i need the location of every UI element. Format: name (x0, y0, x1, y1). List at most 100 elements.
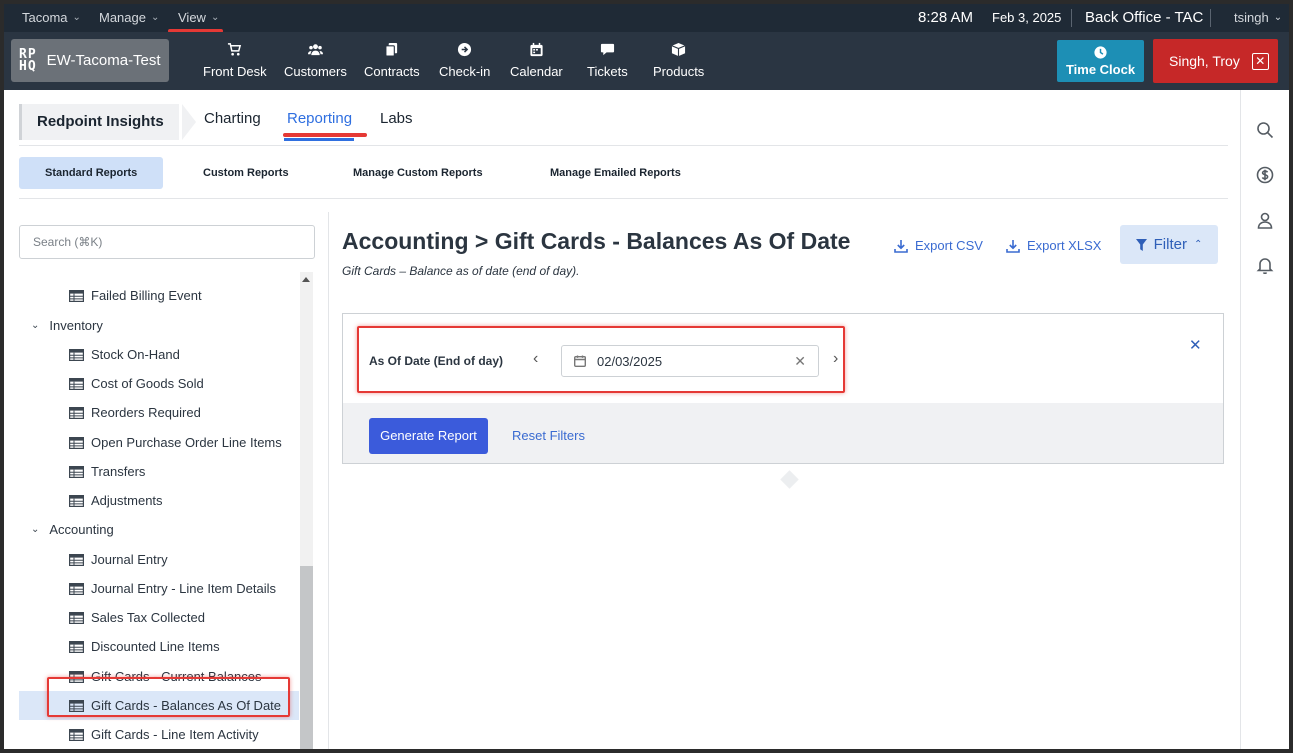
nav-calendar-label: Calendar (510, 64, 563, 79)
menu-tacoma[interactable]: Tacoma ⌄ (22, 4, 81, 32)
divider (1210, 9, 1211, 27)
divider (328, 212, 329, 749)
close-icon[interactable]: ✕ (1251, 52, 1269, 70)
location-label[interactable]: Back Office - TAC (1085, 4, 1203, 32)
tree-item-label: Transfers (91, 464, 146, 479)
search-input[interactable]: Search (⌘K) (19, 225, 315, 259)
dollar-icon[interactable] (1256, 166, 1276, 186)
tree-item-label: Cost of Goods Sold (91, 376, 204, 391)
chat-icon (600, 42, 615, 60)
subtab-manage-custom-reports[interactable]: Manage Custom Reports (327, 157, 509, 189)
nav-check-in[interactable]: Check-in (439, 42, 490, 82)
menu-tacoma-label: Tacoma (22, 10, 68, 25)
divider (19, 198, 1228, 199)
tree-item-label: Reorders Required (91, 405, 201, 420)
table-icon (69, 348, 85, 361)
chevron-down-icon: ⌄ (31, 320, 40, 331)
tree-item-journal-entry[interactable]: Journal Entry (19, 545, 299, 574)
tree-item-label: Journal Entry - Line Item Details (91, 581, 276, 596)
copy-icon (384, 42, 399, 60)
clock-time: 8:28 AM (918, 9, 974, 26)
top-bar: Tacoma ⌄ Manage ⌄ View ⌄ 8:28 AM Feb 3, … (4, 4, 1289, 33)
nav-tickets-label: Tickets (587, 64, 628, 79)
tree-item-reorders-required[interactable]: Reorders Required (19, 398, 299, 427)
scroll-up-arrow-icon[interactable] (302, 277, 310, 282)
tree-item-label: Stock On-Hand (91, 347, 180, 362)
brand-logo: RP HQ (19, 48, 37, 74)
nav-check-in-label: Check-in (439, 64, 491, 79)
nav-front-desk[interactable]: Front Desk (203, 42, 267, 82)
generate-report-button[interactable]: Generate Report (369, 418, 488, 454)
tree-item-label: Sales Tax Collected (91, 610, 205, 625)
nav-contracts[interactable]: Contracts (364, 42, 420, 82)
nav-products[interactable]: Products (653, 42, 704, 82)
highlight-box (47, 677, 290, 717)
tree-item-adjustments[interactable]: Adjustments (19, 486, 299, 515)
export-xlsx-label: Export XLSX (1027, 238, 1102, 253)
tree-item-failed-billing-event[interactable]: Failed Billing Event (19, 281, 299, 310)
tree-item-open-po-line-items[interactable]: Open Purchase Order Line Items (19, 428, 299, 457)
tree-item-journal-entry-line-items[interactable]: Journal Entry - Line Item Details (19, 574, 299, 603)
calendar-icon (529, 42, 544, 60)
nav-front-desk-label: Front Desk (203, 64, 267, 79)
brand-button[interactable]: RP HQ EW-Tacoma-Test (11, 39, 169, 82)
sidebar-scrollbar[interactable] (300, 272, 313, 749)
close-icon[interactable]: ✕ (1189, 336, 1202, 354)
table-icon (69, 465, 85, 478)
table-icon (69, 289, 85, 302)
tree-item-label: Discounted Line Items (91, 639, 220, 654)
tree-item-sales-tax-collected[interactable]: Sales Tax Collected (19, 603, 299, 632)
menu-view[interactable]: View ⌄ (178, 4, 219, 32)
chevron-down-icon: ⌄ (1273, 12, 1283, 23)
tree-item-cost-of-goods-sold[interactable]: Cost of Goods Sold (19, 369, 299, 398)
tab-charting[interactable]: Charting (204, 110, 261, 127)
scrollbar-thumb[interactable] (300, 566, 313, 749)
tree-item-discounted-line-items[interactable]: Discounted Line Items (19, 632, 299, 661)
insights-header: Redpoint Insights (4, 90, 1240, 140)
nav-tickets[interactable]: Tickets (587, 42, 628, 82)
tree-item-transfers[interactable]: Transfers (19, 457, 299, 486)
filter-button[interactable]: Filter ⌃ (1120, 225, 1218, 264)
chevron-down-icon: ⌄ (31, 524, 40, 535)
time-clock-button[interactable]: Time Clock (1057, 40, 1144, 82)
cart-icon (227, 42, 242, 60)
nav-calendar[interactable]: Calendar (510, 42, 563, 82)
clock-date: Feb 3, 2025 (992, 10, 1062, 25)
tree-group-accounting[interactable]: ⌄ Accounting (19, 515, 299, 544)
user-button[interactable]: Singh, Troy ✕ (1153, 39, 1278, 83)
chevron-up-icon: ⌃ (1193, 239, 1203, 250)
tree-item-label: Journal Entry (91, 552, 168, 567)
subtab-standard-reports[interactable]: Standard Reports (19, 157, 164, 189)
nav-customers[interactable]: Customers (284, 42, 347, 82)
tab-labs[interactable]: Labs (380, 110, 413, 127)
right-rail (1240, 90, 1289, 749)
subtab-custom-reports[interactable]: Custom Reports (177, 157, 315, 189)
brand-logo-bottom: HQ (19, 58, 37, 74)
download-icon (894, 239, 908, 253)
search-icon[interactable] (1256, 121, 1276, 141)
export-xlsx-button[interactable]: Export XLSX (1006, 238, 1101, 253)
menu-manage[interactable]: Manage ⌄ (99, 4, 159, 32)
divider (1071, 9, 1072, 27)
clock-icon (1094, 45, 1107, 59)
tab-reporting[interactable]: Reporting (287, 110, 352, 127)
box-icon (671, 42, 686, 60)
loading-indicator (780, 470, 799, 489)
export-csv-button[interactable]: Export CSV (894, 238, 983, 253)
subtab-manage-emailed-reports[interactable]: Manage Emailed Reports (524, 157, 707, 189)
tree-item-stock-on-hand[interactable]: Stock On-Hand (19, 340, 299, 369)
bell-icon[interactable] (1256, 256, 1276, 276)
reset-filters-link[interactable]: Reset Filters (512, 428, 585, 443)
chevron-down-icon: ⌄ (72, 12, 81, 23)
users-icon (307, 42, 323, 60)
insights-title: Redpoint Insights (37, 113, 164, 130)
page-subtitle: Gift Cards – Balance as of date (end of … (342, 264, 580, 278)
user-icon[interactable] (1256, 211, 1276, 231)
menu-manage-label: Manage (99, 10, 146, 25)
user-menu[interactable]: tsingh ⌄ (1234, 4, 1282, 32)
tree-item-label: Gift Cards - Line Item Activity (91, 727, 259, 742)
divider (19, 145, 1228, 146)
tree-group-inventory[interactable]: ⌄ Inventory (19, 311, 299, 340)
nav-bar: RP HQ EW-Tacoma-Test Front Desk Customer… (4, 32, 1289, 90)
tree-item-gift-cards-line-item-activity[interactable]: Gift Cards - Line Item Activity (19, 720, 299, 749)
